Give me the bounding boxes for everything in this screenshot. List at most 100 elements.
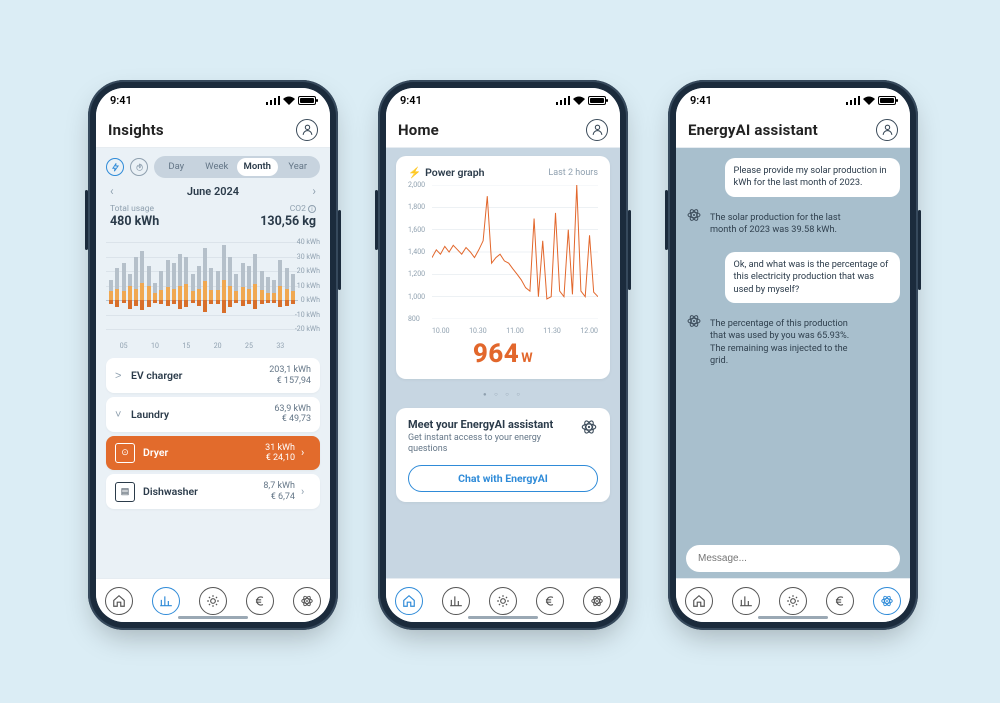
filter-row: Day Week Month Year bbox=[96, 148, 330, 182]
tab-insights[interactable] bbox=[152, 587, 180, 615]
page-title: EnergyAI assistant bbox=[688, 121, 818, 139]
profile-button[interactable] bbox=[296, 119, 318, 141]
chat-with-ai-button[interactable]: Chat with EnergyAI bbox=[408, 465, 598, 492]
card-subtitle: Last 2 hours bbox=[548, 168, 598, 178]
euro-icon bbox=[253, 594, 267, 608]
list-item[interactable]: ⊙Dryer31 kWh€ 24,10› bbox=[106, 436, 320, 471]
signal-icon bbox=[556, 96, 570, 105]
atom-icon bbox=[686, 313, 702, 329]
tab-cost[interactable] bbox=[826, 587, 854, 615]
status-icons bbox=[556, 96, 606, 105]
chart-icon bbox=[449, 594, 463, 608]
sun-icon bbox=[206, 594, 220, 608]
tab-ai[interactable] bbox=[583, 587, 611, 615]
usage-bar-chart[interactable]: 40 kWh30 kWh20 kWh10 kWh0 kWh-10 kWh-20 … bbox=[106, 235, 320, 350]
appliance-list: ˃EV charger203,1 kWh€ 157,94 ˅Laundry63,9… bbox=[106, 358, 320, 509]
title-bar: EnergyAI assistant bbox=[676, 112, 910, 148]
tab-home[interactable] bbox=[395, 587, 423, 615]
info-icon[interactable]: i bbox=[308, 205, 316, 213]
phone-assistant: 9:41 EnergyAI assistant Please provide m… bbox=[668, 80, 918, 630]
phone-home: 9:41 Home ⚡Power graph Last 2 hours bbox=[378, 80, 628, 630]
home-indicator bbox=[178, 616, 248, 619]
month-nav: ‹ June 2024 › bbox=[96, 182, 330, 204]
atom-icon bbox=[880, 594, 894, 608]
status-bar: 9:41 bbox=[96, 88, 330, 112]
chart-icon bbox=[739, 594, 753, 608]
dishwasher-icon: ▤ bbox=[115, 482, 135, 502]
atom-icon bbox=[590, 594, 604, 608]
atom-icon bbox=[580, 418, 598, 436]
sun-icon bbox=[786, 594, 800, 608]
home-icon bbox=[692, 594, 706, 608]
home-icon bbox=[402, 594, 416, 608]
co2-value: 130,56 kg bbox=[260, 214, 316, 229]
tab-solar[interactable] bbox=[779, 587, 807, 615]
tab-insights[interactable] bbox=[732, 587, 760, 615]
signal-icon bbox=[846, 96, 860, 105]
prev-month-button[interactable]: ‹ bbox=[110, 184, 114, 198]
list-item[interactable]: ˃EV charger203,1 kWh€ 157,94 bbox=[106, 358, 320, 393]
segment-day[interactable]: Day bbox=[156, 158, 197, 176]
user-icon bbox=[591, 123, 604, 136]
assistant-message: The solar production for the last month … bbox=[686, 205, 861, 244]
segment-year[interactable]: Year bbox=[278, 158, 319, 176]
row-name: Laundry bbox=[131, 408, 274, 421]
tab-home[interactable] bbox=[105, 587, 133, 615]
profile-button[interactable] bbox=[586, 119, 608, 141]
page-title: Home bbox=[398, 121, 439, 139]
tab-ai[interactable] bbox=[873, 587, 901, 615]
power-graph-card[interactable]: ⚡Power graph Last 2 hours 2,0001,8001,60… bbox=[396, 156, 610, 379]
status-icons bbox=[846, 96, 896, 105]
row-values: 8,7 kWh€ 6,74 bbox=[263, 481, 295, 502]
page-dots[interactable]: ● ○ ○ ○ bbox=[396, 391, 610, 398]
title-bar: Home bbox=[386, 112, 620, 148]
status-time: 9:41 bbox=[110, 94, 132, 107]
chart-icon bbox=[159, 594, 173, 608]
signal-icon bbox=[266, 96, 280, 105]
battery-icon bbox=[298, 96, 316, 105]
segment-week[interactable]: Week bbox=[197, 158, 238, 176]
power-unit: W bbox=[521, 351, 533, 366]
atom-icon bbox=[686, 207, 702, 223]
euro-icon bbox=[543, 594, 557, 608]
gas-toggle[interactable] bbox=[130, 158, 148, 176]
power-value: 964 bbox=[473, 339, 519, 369]
next-month-button[interactable]: › bbox=[312, 184, 316, 198]
list-item[interactable]: ˅Laundry63,9 kWh€ 49,73 bbox=[106, 397, 320, 432]
assistant-message: The percentage of this production that w… bbox=[686, 311, 861, 375]
battery-icon bbox=[878, 96, 896, 105]
segment-month[interactable]: Month bbox=[237, 158, 278, 176]
tab-ai[interactable] bbox=[293, 587, 321, 615]
tab-cost[interactable] bbox=[536, 587, 564, 615]
tab-solar[interactable] bbox=[489, 587, 517, 615]
tab-cost[interactable] bbox=[246, 587, 274, 615]
wifi-icon bbox=[573, 96, 585, 105]
tab-home[interactable] bbox=[685, 587, 713, 615]
home-indicator bbox=[758, 616, 828, 619]
totals: Total usage 480 kWh CO2 i 130,56 kg bbox=[96, 204, 330, 233]
wifi-icon bbox=[283, 96, 295, 105]
list-item[interactable]: ▤Dishwasher8,7 kWh€ 6,74› bbox=[106, 474, 320, 509]
row-values: 203,1 kWh€ 157,94 bbox=[269, 365, 311, 386]
status-bar: 9:41 bbox=[386, 88, 620, 112]
row-values: 63,9 kWh€ 49,73 bbox=[274, 404, 311, 425]
battery-icon bbox=[588, 96, 606, 105]
power-line-chart: 2,0001,8001,6001,4001,2001,00080010.0010… bbox=[408, 185, 598, 335]
chevron-right-icon: › bbox=[301, 485, 311, 498]
tab-insights[interactable] bbox=[442, 587, 470, 615]
row-name: EV charger bbox=[131, 369, 269, 382]
chat-thread[interactable]: Please provide my solar production in kW… bbox=[676, 148, 910, 578]
card-title: Power graph bbox=[425, 166, 484, 179]
user-message: Ok, and what was is the percentage of th… bbox=[725, 252, 900, 303]
page-title: Insights bbox=[108, 121, 164, 139]
user-icon bbox=[881, 123, 894, 136]
message-input[interactable] bbox=[686, 545, 900, 572]
promo-sub: Get instant access to your energy questi… bbox=[408, 433, 572, 455]
profile-button[interactable] bbox=[876, 119, 898, 141]
electric-toggle[interactable] bbox=[106, 158, 124, 176]
flame-icon bbox=[135, 163, 144, 172]
composer bbox=[686, 545, 900, 572]
phone-insights: 9:41 Insights bbox=[88, 80, 338, 630]
chevron-right-icon: › bbox=[301, 446, 311, 459]
tab-solar[interactable] bbox=[199, 587, 227, 615]
